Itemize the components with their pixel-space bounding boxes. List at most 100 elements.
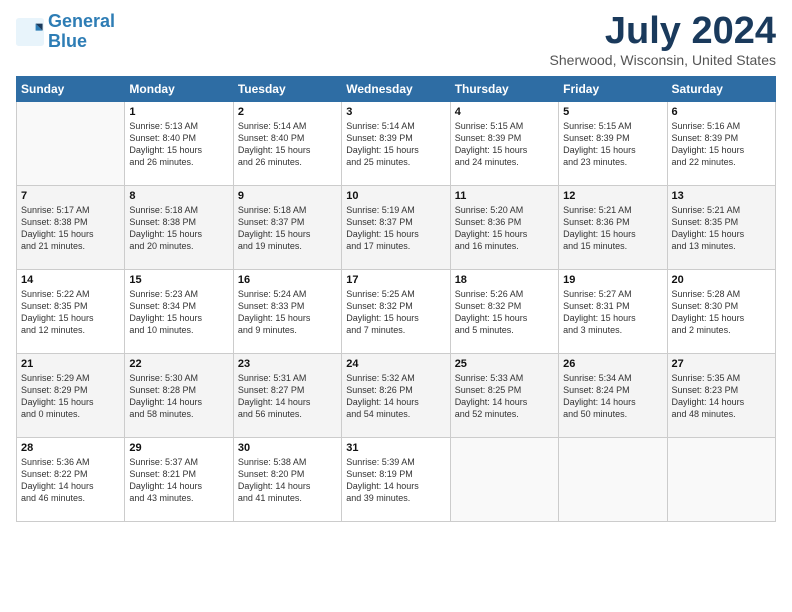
cell-content: Sunrise: 5:18 AM Sunset: 8:37 PM Dayligh… (238, 204, 337, 253)
cell-content: Sunrise: 5:20 AM Sunset: 8:36 PM Dayligh… (455, 204, 554, 253)
weekday-header: Friday (559, 77, 667, 102)
day-number: 16 (238, 274, 337, 286)
day-number: 25 (455, 358, 554, 370)
title-block: July 2024 Sherwood, Wisconsin, United St… (550, 12, 776, 68)
calendar-cell: 15Sunrise: 5:23 AM Sunset: 8:34 PM Dayli… (125, 270, 233, 354)
day-number: 1 (129, 106, 228, 118)
day-number: 27 (672, 358, 771, 370)
cell-content: Sunrise: 5:22 AM Sunset: 8:35 PM Dayligh… (21, 288, 120, 337)
day-number: 13 (672, 190, 771, 202)
day-number: 17 (346, 274, 445, 286)
location: Sherwood, Wisconsin, United States (550, 52, 776, 68)
calendar-cell: 5 Sunrise: 5:15 AM Sunset: 8:39 PM Daylig… (559, 102, 667, 186)
cell-content: Sunrise: 5:38 AM Sunset: 8:20 PM Dayligh… (238, 456, 337, 505)
cell-content: Sunrise: 5:14 AM Sunset: 8:40 PM Dayligh… (238, 120, 337, 169)
weekday-header: Thursday (450, 77, 558, 102)
calendar-table: SundayMondayTuesdayWednesdayThursdayFrid… (16, 76, 776, 522)
logo-text: General Blue (48, 12, 115, 52)
day-number: 18 (455, 274, 554, 286)
cell-content: Sunrise: 5:15 AM Sunset: 8:39 PM Dayligh… (563, 120, 662, 169)
cell-content: Sunrise: 5:23 AM Sunset: 8:34 PM Dayligh… (129, 288, 228, 337)
calendar-cell: 26 Sunrise: 5:34 AM Sunset: 8:24 PM Dayli… (559, 354, 667, 438)
calendar-week-row: 28 Sunrise: 5:36 AM Sunset: 8:22 PM Dayli… (17, 438, 776, 522)
day-number: 4 (455, 106, 554, 118)
weekday-header: Sunday (17, 77, 125, 102)
day-number: 9 (238, 190, 337, 202)
day-number: 20 (672, 274, 771, 286)
cell-content: Sunrise: 5:17 AM Sunset: 8:38 PM Dayligh… (21, 204, 120, 253)
calendar-body: 1 Sunrise: 5:13 AM Sunset: 8:40 PM Daylig… (17, 102, 776, 522)
page: General Blue July 2024 Sherwood, Wiscons… (0, 0, 792, 612)
calendar-week-row: 21 Sunrise: 5:29 AM Sunset: 8:29 PM Dayli… (17, 354, 776, 438)
day-number: 26 (563, 358, 662, 370)
calendar-cell: 14Sunrise: 5:22 AM Sunset: 8:35 PM Dayli… (17, 270, 125, 354)
calendar-cell: 29 Sunrise: 5:37 AM Sunset: 8:21 PM Dayli… (125, 438, 233, 522)
day-number: 24 (346, 358, 445, 370)
cell-content: Sunrise: 5:29 AM Sunset: 8:29 PM Dayligh… (21, 372, 120, 421)
calendar-cell: 6 Sunrise: 5:16 AM Sunset: 8:39 PM Daylig… (667, 102, 775, 186)
logo: General Blue (16, 12, 115, 52)
calendar-cell: 4Sunrise: 5:15 AM Sunset: 8:39 PM Daylig… (450, 102, 558, 186)
calendar-cell: 30 Sunrise: 5:38 AM Sunset: 8:20 PM Dayli… (233, 438, 341, 522)
calendar-cell: 2 Sunrise: 5:14 AM Sunset: 8:40 PM Daylig… (233, 102, 341, 186)
cell-content: Sunrise: 5:35 AM Sunset: 8:23 PM Dayligh… (672, 372, 771, 421)
day-number: 22 (129, 358, 228, 370)
calendar-cell: 20 Sunrise: 5:28 AM Sunset: 8:30 PM Dayli… (667, 270, 775, 354)
calendar-cell: 28 Sunrise: 5:36 AM Sunset: 8:22 PM Dayli… (17, 438, 125, 522)
logo-icon (16, 18, 44, 46)
day-number: 10 (346, 190, 445, 202)
calendar-cell: 12 Sunrise: 5:21 AM Sunset: 8:36 PM Dayli… (559, 186, 667, 270)
calendar-header: SundayMondayTuesdayWednesdayThursdayFrid… (17, 77, 776, 102)
month-title: July 2024 (550, 12, 776, 50)
calendar-cell: 25Sunrise: 5:33 AM Sunset: 8:25 PM Dayli… (450, 354, 558, 438)
day-number: 21 (21, 358, 120, 370)
day-number: 2 (238, 106, 337, 118)
day-number: 19 (563, 274, 662, 286)
day-number: 28 (21, 442, 120, 454)
calendar-week-row: 7 Sunrise: 5:17 AM Sunset: 8:38 PM Daylig… (17, 186, 776, 270)
day-number: 11 (455, 190, 554, 202)
cell-content: Sunrise: 5:19 AM Sunset: 8:37 PM Dayligh… (346, 204, 445, 253)
day-number: 6 (672, 106, 771, 118)
cell-content: Sunrise: 5:13 AM Sunset: 8:40 PM Dayligh… (129, 120, 228, 169)
day-number: 31 (346, 442, 445, 454)
calendar-cell: 7 Sunrise: 5:17 AM Sunset: 8:38 PM Daylig… (17, 186, 125, 270)
calendar-cell: 3 Sunrise: 5:14 AM Sunset: 8:39 PM Daylig… (342, 102, 450, 186)
cell-content: Sunrise: 5:34 AM Sunset: 8:24 PM Dayligh… (563, 372, 662, 421)
calendar-cell (559, 438, 667, 522)
cell-content: Sunrise: 5:16 AM Sunset: 8:39 PM Dayligh… (672, 120, 771, 169)
day-number: 30 (238, 442, 337, 454)
calendar-cell: 8 Sunrise: 5:18 AM Sunset: 8:38 PM Daylig… (125, 186, 233, 270)
day-number: 5 (563, 106, 662, 118)
calendar-cell (667, 438, 775, 522)
cell-content: Sunrise: 5:14 AM Sunset: 8:39 PM Dayligh… (346, 120, 445, 169)
calendar-cell: 10 Sunrise: 5:19 AM Sunset: 8:37 PM Dayli… (342, 186, 450, 270)
cell-content: Sunrise: 5:24 AM Sunset: 8:33 PM Dayligh… (238, 288, 337, 337)
cell-content: Sunrise: 5:27 AM Sunset: 8:31 PM Dayligh… (563, 288, 662, 337)
cell-content: Sunrise: 5:26 AM Sunset: 8:32 PM Dayligh… (455, 288, 554, 337)
calendar-cell (450, 438, 558, 522)
weekday-header: Saturday (667, 77, 775, 102)
calendar-cell: 13Sunrise: 5:21 AM Sunset: 8:35 PM Dayli… (667, 186, 775, 270)
day-number: 29 (129, 442, 228, 454)
weekday-header: Tuesday (233, 77, 341, 102)
day-number: 3 (346, 106, 445, 118)
calendar-cell: 16 Sunrise: 5:24 AM Sunset: 8:33 PM Dayli… (233, 270, 341, 354)
calendar-cell (17, 102, 125, 186)
day-number: 12 (563, 190, 662, 202)
cell-content: Sunrise: 5:36 AM Sunset: 8:22 PM Dayligh… (21, 456, 120, 505)
day-number: 7 (21, 190, 120, 202)
header: General Blue July 2024 Sherwood, Wiscons… (16, 12, 776, 68)
day-number: 23 (238, 358, 337, 370)
calendar-cell: 17Sunrise: 5:25 AM Sunset: 8:32 PM Dayli… (342, 270, 450, 354)
cell-content: Sunrise: 5:18 AM Sunset: 8:38 PM Dayligh… (129, 204, 228, 253)
day-number: 8 (129, 190, 228, 202)
cell-content: Sunrise: 5:28 AM Sunset: 8:30 PM Dayligh… (672, 288, 771, 337)
calendar-cell: 9 Sunrise: 5:18 AM Sunset: 8:37 PM Daylig… (233, 186, 341, 270)
calendar-week-row: 1 Sunrise: 5:13 AM Sunset: 8:40 PM Daylig… (17, 102, 776, 186)
calendar-cell: 23Sunrise: 5:31 AM Sunset: 8:27 PM Dayli… (233, 354, 341, 438)
cell-content: Sunrise: 5:39 AM Sunset: 8:19 PM Dayligh… (346, 456, 445, 505)
calendar-cell: 18 Sunrise: 5:26 AM Sunset: 8:32 PM Dayli… (450, 270, 558, 354)
cell-content: Sunrise: 5:21 AM Sunset: 8:36 PM Dayligh… (563, 204, 662, 253)
cell-content: Sunrise: 5:37 AM Sunset: 8:21 PM Dayligh… (129, 456, 228, 505)
